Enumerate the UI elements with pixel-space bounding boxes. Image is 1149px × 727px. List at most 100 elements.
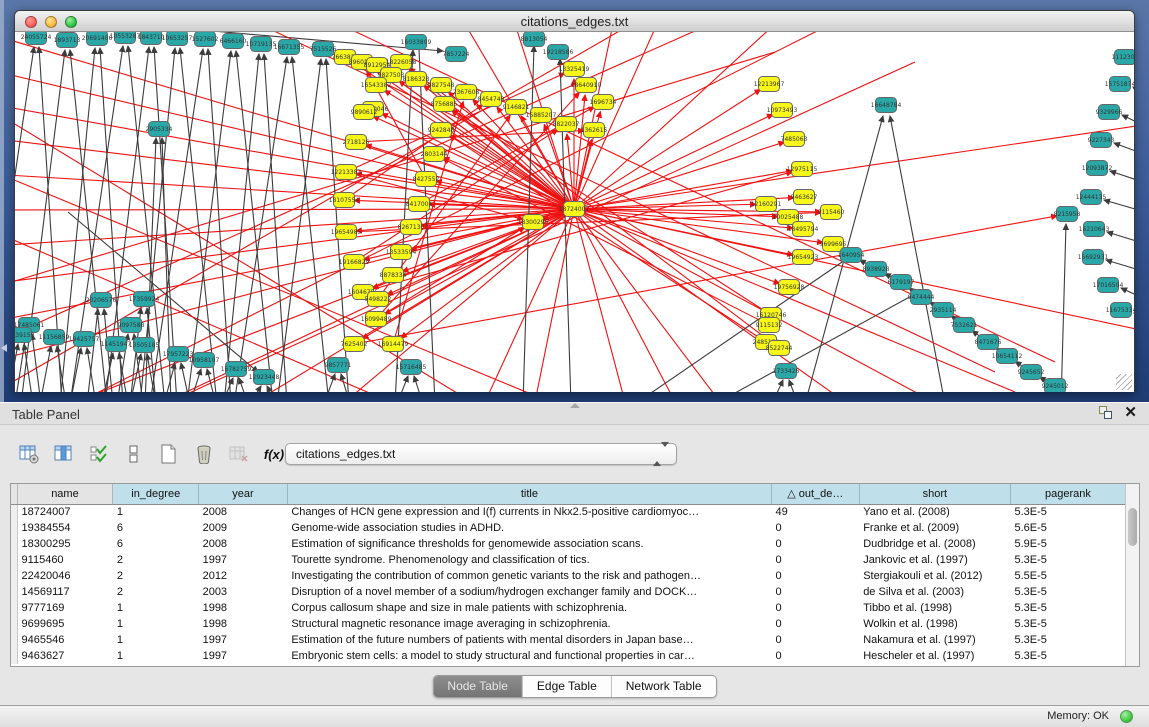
- table-cell[interactable]: 5.6E-5: [1010, 520, 1125, 536]
- table-cell[interactable]: Changes of HCN gene expression and I(f) …: [287, 504, 771, 520]
- table-cell[interactable]: Jankovic et al. (1997): [859, 552, 1010, 568]
- tab-network-table[interactable]: Network Table: [612, 676, 716, 697]
- network-edge[interactable]: [1061, 224, 1066, 392]
- table-cell[interactable]: 1998: [199, 600, 288, 616]
- network-edge[interactable]: [789, 380, 798, 392]
- network-edge[interactable]: [397, 376, 408, 392]
- column-header-name[interactable]: name: [17, 484, 113, 504]
- table-cell[interactable]: 5.3E-5: [1010, 552, 1125, 568]
- table-cell[interactable]: Corpus callosum shape and size in male p…: [287, 600, 771, 616]
- table-cell[interactable]: 5.5E-5: [1010, 568, 1125, 584]
- table-cell[interactable]: Estimation of the future numbers of pati…: [287, 632, 771, 648]
- table-cell[interactable]: 2: [113, 568, 199, 584]
- table-cell[interactable]: 5.3E-5: [1010, 648, 1125, 664]
- network-edge[interactable]: [264, 54, 287, 392]
- delete-column-button[interactable]: [193, 442, 215, 466]
- table-cell[interactable]: 0: [771, 552, 859, 568]
- table-cell[interactable]: 1: [113, 504, 199, 520]
- table-cell[interactable]: Investigating the contribution of common…: [287, 568, 771, 584]
- column-header-year[interactable]: year: [199, 484, 288, 504]
- table-row[interactable]: 1456911722003Disruption of a novel membe…: [11, 584, 1126, 600]
- column-header-△ out_de…[interactable]: △ out_de…: [771, 484, 859, 504]
- table-cell[interactable]: 9699695: [17, 616, 113, 632]
- table-cell[interactable]: Nakamura et al. (1997): [859, 632, 1010, 648]
- network-edge[interactable]: [574, 209, 625, 392]
- table-row[interactable]: 1830029562008Estimation of significance …: [11, 536, 1126, 552]
- float-window-icon[interactable]: [1099, 406, 1112, 419]
- network-view[interactable]: 2405572418937132069140610553287184371010…: [15, 32, 1134, 392]
- table-row[interactable]: 969969511998Structural magnetic resonanc…: [11, 616, 1126, 632]
- table-row[interactable]: 911546021997Tourette syndrome. Phenomeno…: [11, 552, 1126, 568]
- table-cell[interactable]: 2003: [199, 584, 288, 600]
- column-header-title[interactable]: title: [287, 484, 771, 504]
- table-cell[interactable]: 6: [113, 536, 199, 552]
- table-cell[interactable]: 0: [771, 568, 859, 584]
- table-cell[interactable]: 9463627: [17, 648, 113, 664]
- tab-node-table[interactable]: Node Table: [433, 676, 523, 697]
- delete-table-button[interactable]: [228, 442, 250, 466]
- network-edge[interactable]: [890, 116, 945, 392]
- function-builder-button[interactable]: f(x): [263, 442, 285, 466]
- table-cell[interactable]: 5.3E-5: [1010, 504, 1125, 520]
- table-cell[interactable]: 0: [771, 520, 859, 536]
- network-edge[interactable]: [1104, 200, 1134, 213]
- table-cell[interactable]: 2008: [199, 536, 288, 552]
- network-edge[interactable]: [452, 109, 771, 315]
- network-edge[interactable]: [154, 47, 177, 392]
- network-edge[interactable]: [574, 209, 930, 392]
- table-cell[interactable]: 9777169: [17, 600, 113, 616]
- table-cell[interactable]: 0: [771, 616, 859, 632]
- table-cell[interactable]: 1997: [199, 632, 288, 648]
- table-cell[interactable]: 0: [771, 600, 859, 616]
- table-cell[interactable]: Embryonic stem cells: a model to study s…: [287, 648, 771, 664]
- table-cell[interactable]: Stergiakouli et al. (2012): [859, 568, 1010, 584]
- network-edge[interactable]: [187, 51, 231, 392]
- vertical-scrollbar[interactable]: [1125, 484, 1139, 666]
- network-edge[interactable]: [1133, 87, 1134, 100]
- clear-selection-button[interactable]: [123, 442, 145, 466]
- network-edge[interactable]: [354, 129, 558, 262]
- show-columns-button[interactable]: [53, 442, 75, 466]
- column-header-pagerank[interactable]: pagerank: [1010, 484, 1125, 504]
- table-cell[interactable]: 9465546: [17, 632, 113, 648]
- table-cell[interactable]: 6: [113, 520, 199, 536]
- network-edge[interactable]: [574, 142, 784, 209]
- network-edge[interactable]: [40, 346, 51, 392]
- table-row[interactable]: 1872400712008Changes of HCN gene express…: [11, 504, 1126, 520]
- table-select-dropdown[interactable]: citations_edges.txt: [285, 443, 677, 465]
- table-cell[interactable]: 5.3E-5: [1010, 584, 1125, 600]
- table-cell[interactable]: 1: [113, 632, 199, 648]
- table-cell[interactable]: 2: [113, 584, 199, 600]
- table-cell[interactable]: 1997: [199, 552, 288, 568]
- network-edge[interactable]: [208, 49, 231, 392]
- network-edge[interactable]: [32, 334, 41, 392]
- table-cell[interactable]: 5.3E-5: [1010, 600, 1125, 616]
- network-edge[interactable]: [250, 386, 261, 392]
- table-cell[interactable]: Yano et al. (2008): [859, 504, 1010, 520]
- network-edge[interactable]: [1106, 260, 1134, 273]
- table-cell[interactable]: 19384554: [17, 520, 113, 536]
- table-cell[interactable]: 5.3E-5: [1010, 616, 1125, 632]
- network-edge[interactable]: [574, 209, 1134, 332]
- network-edge[interactable]: [560, 59, 571, 392]
- splitter-handle[interactable]: [570, 403, 580, 408]
- table-row[interactable]: 2242004622012Investigating the contribut…: [11, 568, 1126, 584]
- network-window-titlebar[interactable]: citations_edges.txt: [15, 11, 1134, 32]
- network-edge[interactable]: [373, 116, 574, 209]
- table-cell[interactable]: 1: [113, 600, 199, 616]
- network-edge[interactable]: [1114, 143, 1134, 156]
- table-cell[interactable]: Structural magnetic resonance image aver…: [287, 616, 771, 632]
- table-row[interactable]: 1938455462009Genome-wide association stu…: [11, 520, 1126, 536]
- table-cell[interactable]: 1997: [199, 648, 288, 664]
- column-header-short[interactable]: short: [859, 484, 1010, 504]
- network-edge[interactable]: [1121, 288, 1134, 301]
- tab-edge-table[interactable]: Edge Table: [523, 676, 612, 697]
- panel-collapse-arrow-icon[interactable]: [1, 344, 7, 352]
- network-edge[interactable]: [414, 376, 423, 392]
- table-cell[interactable]: 2012: [199, 568, 288, 584]
- table-cell[interactable]: 5.9E-5: [1010, 536, 1125, 552]
- table-cell[interactable]: 1: [113, 648, 199, 664]
- table-cell[interactable]: 0: [771, 648, 859, 664]
- table-row[interactable]: 977716911998Corpus callosum shape and si…: [11, 600, 1126, 616]
- table-cell[interactable]: 18300295: [17, 536, 113, 552]
